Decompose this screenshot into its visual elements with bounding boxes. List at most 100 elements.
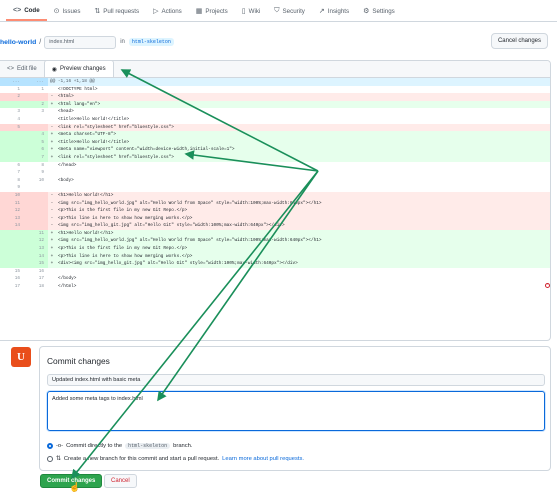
- new-line-number: 3: [41, 109, 44, 115]
- commit-form: Commit changes Added some meta tags to i…: [39, 346, 551, 471]
- new-line-number: 8: [41, 162, 44, 168]
- filename-input[interactable]: [44, 35, 117, 49]
- tab-settings[interactable]: ⚙ Settings: [356, 1, 402, 21]
- diff-code: <title>Hello World!</title>: [58, 116, 130, 122]
- new-line-number: [24, 191, 48, 200]
- tab-label: Insights: [327, 7, 350, 15]
- diff-line: 2 + <html lang="en">: [0, 100, 550, 109]
- new-line-number: [24, 93, 48, 101]
- diff-marker: -: [50, 124, 54, 130]
- diff-line: 12 + <img src="img_hello_world.jpg" alt="…: [0, 237, 550, 246]
- old-line-number: [0, 131, 24, 139]
- diff-marker: +: [50, 261, 54, 267]
- commit-summary-input[interactable]: [47, 374, 545, 386]
- diff-line: 8 10 <body>: [0, 177, 550, 185]
- diff-line: 79: [0, 169, 550, 177]
- diff-line: 12 - <p>This is the first file in my new …: [0, 207, 550, 215]
- new-line-number: 17: [38, 276, 44, 282]
- commit-description-input[interactable]: Added some meta tags to index.html: [47, 391, 545, 431]
- old-line-number: 2: [0, 93, 24, 101]
- branch-chip[interactable]: html-skeleton: [128, 38, 174, 46]
- old-line-number: 10: [0, 191, 24, 200]
- diff-marker: -: [50, 208, 54, 214]
- diff-marker: -: [50, 192, 54, 198]
- tab-label: Pull requests: [103, 7, 140, 15]
- old-line-number: 16: [14, 276, 20, 282]
- tab-security[interactable]: ⛉ Security: [267, 1, 312, 21]
- tab-pull-requests[interactable]: ⇅ Pull requests: [87, 1, 146, 21]
- old-line-number: [0, 138, 24, 147]
- new-line-number: 5: [24, 138, 48, 147]
- old-line-number: 5: [0, 123, 24, 132]
- old-line-number: 12: [0, 207, 24, 215]
- cancel-button[interactable]: Cancel: [104, 474, 137, 488]
- diff-marker: +: [50, 238, 54, 244]
- diff-line: 6 8 </head>: [0, 162, 550, 170]
- new-line-number: [24, 184, 48, 192]
- commit-direct-option[interactable]: -o- Commit directly to the html-skeleton…: [47, 443, 193, 449]
- tab-label: Security: [282, 7, 305, 15]
- new-line-number: 13: [24, 245, 48, 253]
- repo-name-link[interactable]: hello-world: [0, 39, 36, 46]
- commit-direct-branch: html-skeleton: [125, 443, 171, 449]
- diff-view: ... ... @@ -1,16 +1,18 @@ 1 1 <!DOCTYPE ht…: [0, 78, 550, 291]
- diff-line: 6 + <meta name="viewport" content="width=…: [0, 146, 550, 154]
- diff-code: <h1>Hello World!</h1>: [58, 230, 114, 236]
- graph-icon: ↗: [318, 8, 325, 15]
- old-line-number: 6: [17, 162, 20, 168]
- diff-marker: [48, 184, 56, 192]
- radio-commit-direct[interactable]: [47, 443, 53, 449]
- diff-line: 2 - <html>: [0, 93, 550, 101]
- commit-icon: -o-: [56, 443, 64, 449]
- avatar: U: [11, 347, 31, 367]
- tab-wiki[interactable]: ▯ Wiki: [235, 1, 268, 21]
- old-line-number: [0, 100, 24, 109]
- tab-issues[interactable]: ⊙ Issues: [47, 1, 88, 21]
- diff-code: <html>: [58, 94, 74, 100]
- diff-code: </head>: [58, 162, 77, 168]
- diff-line: 5 - <link rel="stylesheet" href="bluestyl…: [0, 123, 550, 132]
- diff-marker: [48, 275, 56, 283]
- new-line-number: 10: [38, 177, 44, 183]
- diff-code: <img src="img_hello_git.jpg" alt="Hello …: [58, 223, 285, 229]
- diff-marker: [48, 283, 56, 291]
- diff-line: 4 + <meta charset="UTF-8">: [0, 131, 550, 139]
- tab-preview-changes-label: Preview changes: [59, 66, 106, 72]
- learn-more-link[interactable]: Learn more about pull requests.: [222, 456, 304, 462]
- diff-marker: [48, 268, 56, 276]
- new-line-number: 12: [24, 237, 48, 246]
- hunk-text: @@ -1,16 +1,18 @@: [50, 79, 95, 84]
- old-line-number: [0, 153, 24, 162]
- cancel-changes-button[interactable]: Cancel changes: [490, 33, 548, 49]
- tab-actions[interactable]: ▷ Actions: [146, 1, 189, 21]
- diff-line: 17 18 </html> –: [0, 283, 550, 291]
- old-line-number: 17: [14, 284, 20, 290]
- diff-line: 1 1 <!DOCTYPE html>: [0, 86, 550, 94]
- tab-label: Actions: [161, 7, 182, 15]
- diff-line: 9: [0, 184, 550, 192]
- diff-hunk-header: ... ... @@ -1,16 +1,18 @@: [0, 78, 550, 86]
- tab-insights[interactable]: ↗ Insights: [312, 1, 356, 21]
- old-line-number: 15: [14, 268, 20, 274]
- diff-code: </html>: [58, 284, 77, 290]
- diff-line: 7 + <link rel="stylesheet" href="bluestyl…: [0, 153, 550, 162]
- radio-new-branch[interactable]: [47, 456, 53, 462]
- diff-code: <!DOCTYPE html>: [58, 86, 98, 92]
- old-line-number: 3: [17, 109, 20, 115]
- diff-line: 15 16: [0, 268, 550, 276]
- diff-code: <img src="img_hello_world.jpg" alt="Hell…: [58, 200, 322, 206]
- diff-line: 13 + <p>This is the first file in my new …: [0, 245, 550, 253]
- diff-code: <p>This is the first file in my new Git …: [58, 246, 188, 252]
- new-line-number: 1: [41, 86, 44, 92]
- new-line-number: [24, 214, 48, 223]
- tab-preview-changes[interactable]: ◉ Preview changes: [43, 61, 114, 77]
- new-line-number: [24, 207, 48, 215]
- tab-projects[interactable]: ▦ Projects: [189, 1, 235, 21]
- pointer-cursor-icon: ☝: [69, 482, 81, 492]
- tab-code[interactable]: <> Code: [6, 1, 47, 21]
- new-branch-option[interactable]: ⇅ Create a new branch for this commit an…: [47, 456, 304, 462]
- tab-edit-file[interactable]: <> Edit file: [0, 61, 44, 77]
- path-separator: /: [39, 38, 42, 46]
- new-line-number: 4: [24, 131, 48, 139]
- table-icon: ▦: [195, 8, 203, 15]
